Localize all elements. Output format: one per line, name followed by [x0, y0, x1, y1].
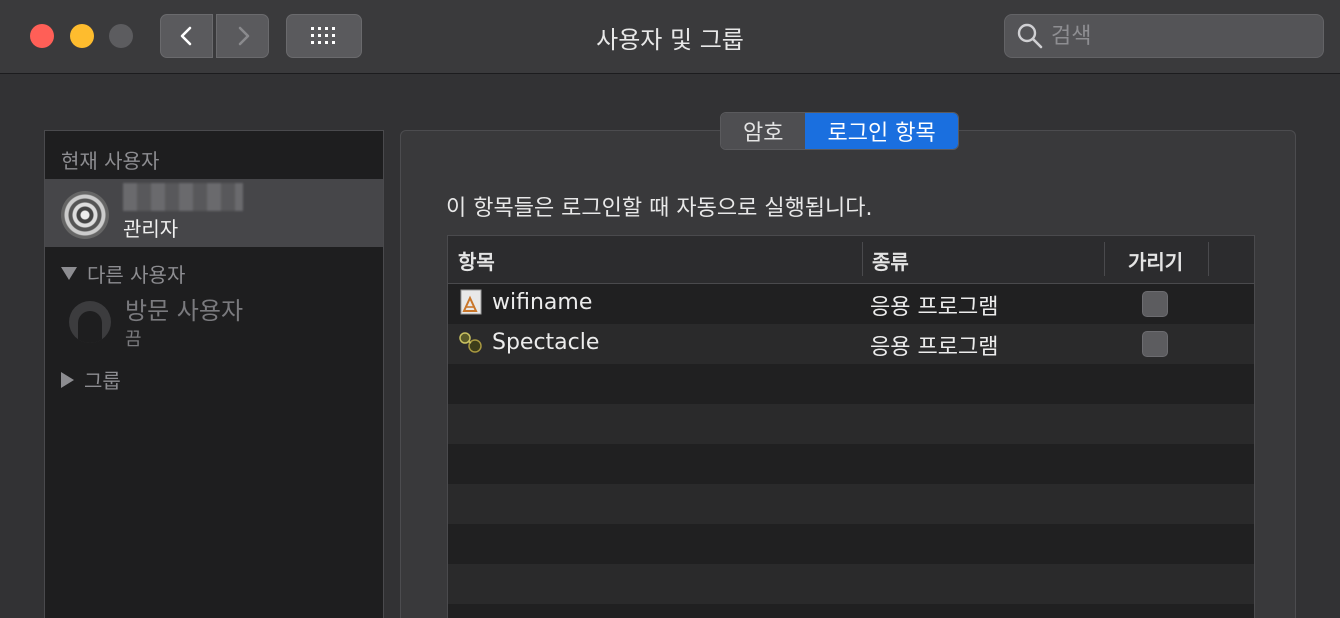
- window-title: 사용자 및 그룹: [596, 26, 744, 54]
- login-items-table[interactable]: 항목 종류 가리기 wifiname 응용 프로그램 Spectacle 응용 …: [447, 235, 1255, 618]
- empty-row: [448, 404, 1254, 444]
- column-divider: [862, 242, 863, 276]
- column-header-item[interactable]: 항목: [458, 246, 495, 275]
- guest-user-status: 끔: [125, 329, 142, 350]
- item-name-cell: wifiname: [458, 289, 592, 315]
- item-kind: 응용 프로그램: [870, 295, 999, 320]
- tab-password[interactable]: 암호: [721, 113, 806, 149]
- show-all-button[interactable]: [286, 14, 362, 58]
- avatar: [61, 191, 109, 239]
- grid-icon: [311, 27, 335, 44]
- guest-user-icon: [69, 301, 111, 343]
- title-bar: 사용자 및 그룹: [0, 0, 1340, 74]
- zoom-window-button[interactable]: [109, 24, 133, 48]
- current-user-header: 현재 사용자: [61, 149, 160, 173]
- column-divider: [1208, 242, 1209, 276]
- search-icon: [1017, 23, 1043, 49]
- empty-row: [448, 444, 1254, 484]
- chevron-right-icon: [238, 26, 249, 46]
- other-users-header: 다른 사용자: [87, 263, 186, 287]
- table-header: 항목 종류 가리기: [448, 236, 1254, 284]
- disclosure-triangle-right-icon: [61, 371, 74, 388]
- column-header-hide[interactable]: 가리기: [1128, 246, 1183, 275]
- system-preferences-window: 사용자 및 그룹 현재 사용자 관리자 다른 사용자 방문 사용자 끔 그룹: [0, 0, 1340, 618]
- redacted-username: [123, 183, 243, 211]
- tab-login-items[interactable]: 로그인 항목: [805, 113, 958, 149]
- minimize-window-button[interactable]: [70, 24, 94, 48]
- forward-button[interactable]: [216, 14, 269, 58]
- hide-checkbox[interactable]: [1142, 291, 1168, 317]
- spectacle-app-icon: [459, 332, 482, 353]
- disclosure-triangle-down-icon: [61, 267, 77, 280]
- guest-user-name[interactable]: 방문 사용자: [125, 291, 243, 326]
- current-user-item[interactable]: 관리자: [45, 179, 383, 247]
- table-row[interactable]: wifiname 응용 프로그램: [448, 284, 1254, 324]
- search-input[interactable]: [1051, 23, 1311, 49]
- empty-row: [448, 524, 1254, 564]
- column-header-kind[interactable]: 종류: [872, 246, 909, 275]
- script-app-icon: [460, 289, 482, 315]
- back-button[interactable]: [160, 14, 213, 58]
- hide-checkbox[interactable]: [1142, 331, 1168, 357]
- empty-row: [448, 564, 1254, 604]
- item-name: Spectacle: [492, 329, 600, 355]
- item-name: wifiname: [492, 289, 593, 315]
- empty-row: [448, 484, 1254, 524]
- tab-bar: 암호 로그인 항목: [720, 112, 959, 150]
- close-window-button[interactable]: [30, 24, 54, 48]
- groups-disclosure[interactable]: 그룹: [61, 365, 121, 394]
- column-divider: [1104, 242, 1105, 276]
- current-user-role: 관리자: [123, 217, 179, 241]
- chevron-left-icon: [180, 26, 191, 46]
- item-kind: 응용 프로그램: [870, 335, 999, 360]
- table-row[interactable]: Spectacle 응용 프로그램: [448, 324, 1254, 364]
- empty-row: [448, 364, 1254, 404]
- search-field[interactable]: [1004, 14, 1324, 58]
- other-users-disclosure[interactable]: 다른 사용자: [61, 259, 185, 288]
- user-list: 현재 사용자 관리자 다른 사용자 방문 사용자 끔 그룹: [44, 130, 384, 618]
- item-name-cell: Spectacle: [458, 329, 599, 355]
- groups-label: 그룹: [84, 369, 121, 393]
- login-items-description: 이 항목들은 로그인할 때 자동으로 실행됩니다.: [446, 196, 873, 221]
